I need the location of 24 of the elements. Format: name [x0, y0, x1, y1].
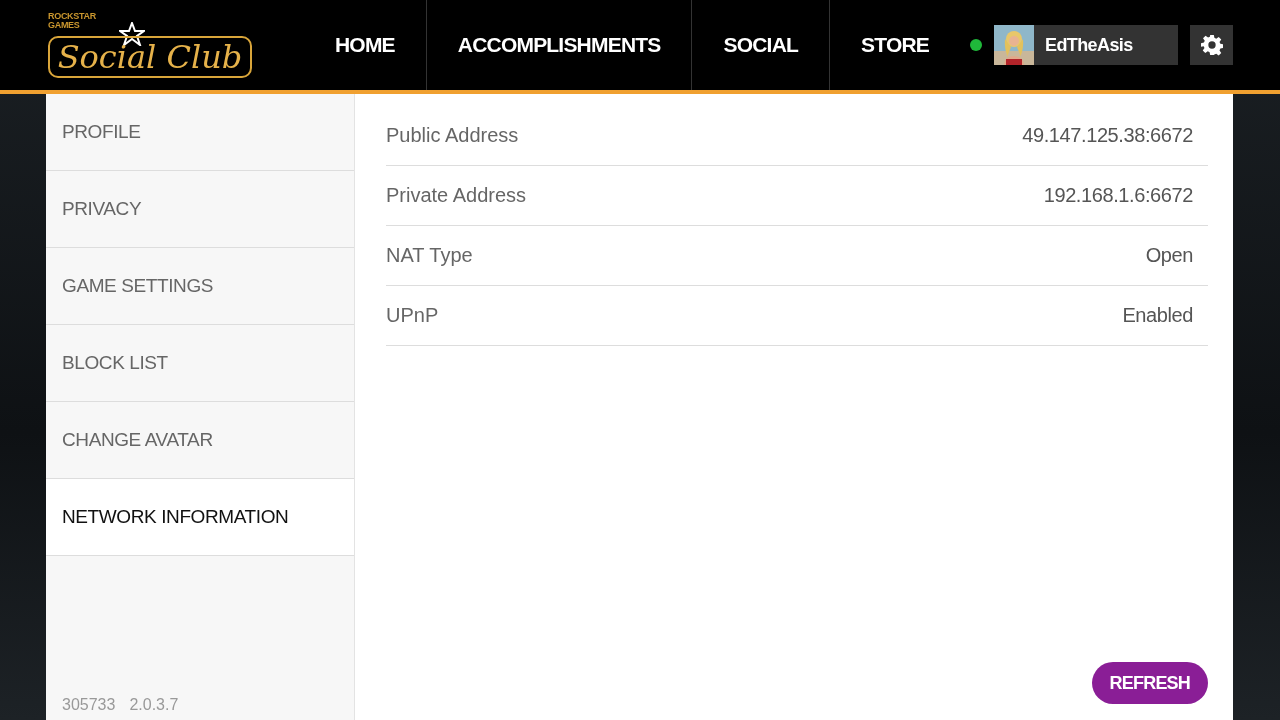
info-value: Enabled: [1122, 304, 1193, 327]
version-number: 2.0.3.7: [129, 696, 179, 714]
info-label: NAT Type: [386, 244, 473, 267]
info-value: Open: [1145, 244, 1193, 267]
social-club-logo[interactable]: ROCKSTAR GAMES Social Club: [46, 8, 258, 84]
sidebar-item[interactable]: PROFILE: [46, 94, 354, 171]
sidebar-item[interactable]: BLOCK LIST: [46, 325, 354, 402]
logo-publisher: ROCKSTAR GAMES: [48, 12, 97, 30]
build-number: 305733: [62, 696, 116, 714]
info-value: 49.147.125.38:6672: [1022, 124, 1193, 147]
info-label: Public Address: [386, 124, 519, 147]
sidebar-item[interactable]: NETWORK INFORMATION: [46, 479, 354, 556]
info-label: Private Address: [386, 184, 527, 207]
nav-tab[interactable]: STORE: [830, 0, 960, 90]
logo-wordmark: Social Club: [48, 36, 252, 78]
info-value: 192.168.1.6:6672: [1043, 184, 1193, 207]
info-label: UPnP: [386, 304, 439, 327]
user-profile-button[interactable]: EdTheAsis: [994, 25, 1178, 65]
settings-button[interactable]: [1190, 25, 1233, 65]
sidebar-item[interactable]: PRIVACY: [46, 171, 354, 248]
refresh-button[interactable]: REFRESH: [1091, 662, 1208, 704]
sidebar-item[interactable]: GAME SETTINGS: [46, 248, 354, 325]
settings-icon: [1200, 34, 1223, 56]
star-icon: [119, 22, 145, 46]
